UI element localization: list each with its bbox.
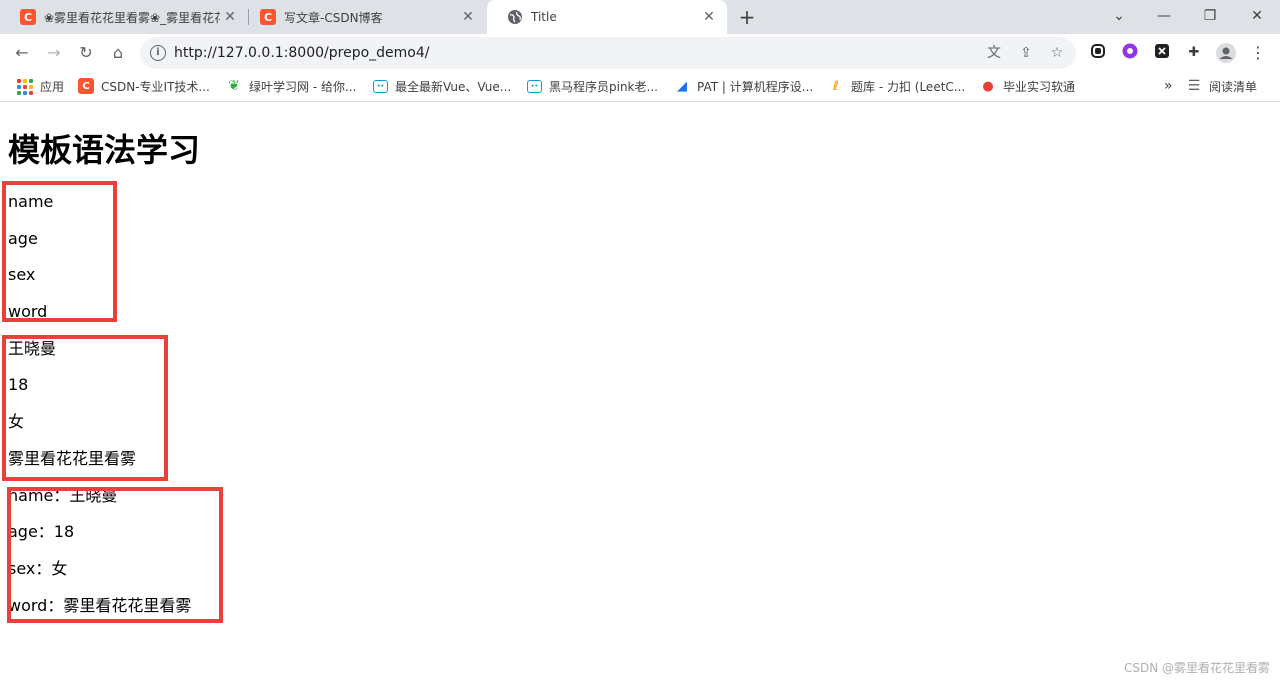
extension-x-icon[interactable]	[1152, 43, 1172, 63]
bookmark-internship[interactable]: ● 毕业实习软通	[980, 72, 1075, 100]
forward-icon[interactable]: →	[42, 41, 66, 65]
bookmark-apps[interactable]: 应用	[16, 72, 64, 100]
back-icon[interactable]: ←	[10, 41, 34, 65]
leaf-icon: ❦	[228, 78, 240, 94]
restore-icon[interactable]: ❐	[1196, 4, 1224, 28]
value-line: 女	[8, 412, 25, 431]
reading-list[interactable]: ☰ 阅读清单	[1186, 72, 1257, 100]
csdn-icon: C	[260, 9, 276, 25]
bookmark-pat[interactable]: ◢ PAT | 计算机程序设...	[674, 72, 813, 100]
tab-csdn-blog[interactable]: C ❀雾里看花花里看雾❀_雾里看花花里看雾 ✕	[0, 0, 248, 34]
share-icon[interactable]: ⇪	[1016, 43, 1036, 63]
apps-grid-icon	[16, 78, 33, 95]
value-line: 雾里看花花里看雾	[8, 449, 137, 468]
tab-search-icon[interactable]: ⌄	[1105, 4, 1133, 28]
puzzle-icon[interactable]: ✚	[1184, 43, 1204, 63]
globe-icon	[507, 9, 523, 25]
close-icon[interactable]: ✕	[460, 9, 476, 25]
tab-title: ❀雾里看花花里看雾❀_雾里看花花里看雾	[44, 10, 220, 25]
key-line: age	[8, 229, 38, 248]
extension-copy-icon[interactable]	[1088, 43, 1108, 63]
close-icon[interactable]: ✕	[222, 9, 238, 25]
key-line: name	[8, 192, 54, 211]
tab-strip: C ❀雾里看花花里看雾❀_雾里看花花里看雾 ✕ C 写文章-CSDN博客 ✕ T…	[0, 0, 1280, 34]
window-close-icon[interactable]: ✕	[1243, 4, 1271, 28]
pat-icon: ◢	[677, 78, 687, 94]
url-text[interactable]: http://127.0.0.1:8000/prepo_demo4/	[174, 37, 429, 69]
reload-icon[interactable]: ↻	[74, 41, 98, 65]
bookmarks-bar: 应用 C CSDN-专业IT技术... ❦ 绿叶学习网 - 给你... ·· 最…	[0, 72, 1280, 102]
value-line: 18	[8, 375, 29, 394]
bookmark-label: 毕业实习软通	[1003, 79, 1076, 94]
info-icon[interactable]: i	[150, 45, 166, 61]
new-tab-icon[interactable]: +	[737, 7, 757, 27]
leetcode-icon: ℓ	[832, 78, 840, 94]
menu-icon[interactable]: ⋮	[1248, 43, 1268, 63]
key-line: word	[8, 302, 48, 321]
tab-title: Title	[531, 10, 557, 24]
home-icon[interactable]: ⌂	[106, 41, 130, 65]
reading-list-label: 阅读清单	[1209, 79, 1258, 94]
extension-purple-icon[interactable]	[1120, 43, 1140, 63]
browser-toolbar: ← → ↻ ⌂ i http://127.0.0.1:8000/prepo_de…	[0, 34, 1280, 72]
tab-write-article[interactable]: C 写文章-CSDN博客 ✕	[240, 0, 486, 34]
bookmark-vue[interactable]: ·· 最全最新Vue、Vue...	[373, 72, 511, 100]
tab-title-active[interactable]: Title ✕	[487, 0, 727, 34]
bookmark-csdn[interactable]: C CSDN-专业IT技术...	[78, 72, 210, 100]
bookmark-label: PAT | 计算机程序设...	[697, 79, 814, 94]
bookmark-label: CSDN-专业IT技术...	[101, 79, 210, 94]
key-line: sex	[8, 265, 36, 284]
reading-list-icon: ☰	[1187, 78, 1201, 94]
bookmark-label: 最全最新Vue、Vue...	[395, 79, 512, 94]
close-icon[interactable]: ✕	[701, 9, 717, 25]
translate-icon[interactable]: 文	[984, 43, 1004, 63]
bookmark-label: 绿叶学习网 - 给你...	[249, 79, 357, 94]
address-bar[interactable]: i http://127.0.0.1:8000/prepo_demo4/ 文 ⇪…	[140, 37, 1076, 69]
bookmark-leetcode[interactable]: ℓ 题库 - 力扣 (LeetC...	[828, 72, 965, 100]
bookmark-lvye[interactable]: ❦ 绿叶学习网 - 给你...	[226, 72, 356, 100]
bookmarks-overflow-icon[interactable]: »	[1164, 72, 1173, 100]
highlight-box-pairs	[7, 487, 223, 623]
csdn-icon: C	[20, 9, 36, 25]
bookmark-label: 黑马程序员pink老...	[549, 79, 658, 94]
profile-avatar-icon[interactable]	[1216, 43, 1236, 63]
bilibili-icon: ··	[527, 79, 542, 93]
star-icon[interactable]: ☆	[1047, 43, 1067, 63]
page-title: 模板语法学习	[8, 131, 201, 169]
bookmark-heima[interactable]: ·· 黑马程序员pink老...	[527, 72, 658, 100]
weibo-icon: ●	[982, 78, 994, 94]
minimize-icon[interactable]: —	[1150, 4, 1178, 28]
page-content: 模板语法学习 name age sex word 王晓曼 18 女 雾里看花花里…	[0, 103, 1280, 680]
csdn-icon: C	[78, 78, 94, 94]
bilibili-icon: ··	[373, 79, 388, 93]
value-line: 王晓曼	[8, 339, 57, 358]
watermark: CSDN @雾里看花花里看雾	[1123, 661, 1270, 675]
bookmark-label: 应用	[40, 79, 65, 94]
tab-title: 写文章-CSDN博客	[284, 10, 383, 25]
bookmark-label: 题库 - 力扣 (LeetC...	[851, 79, 966, 94]
